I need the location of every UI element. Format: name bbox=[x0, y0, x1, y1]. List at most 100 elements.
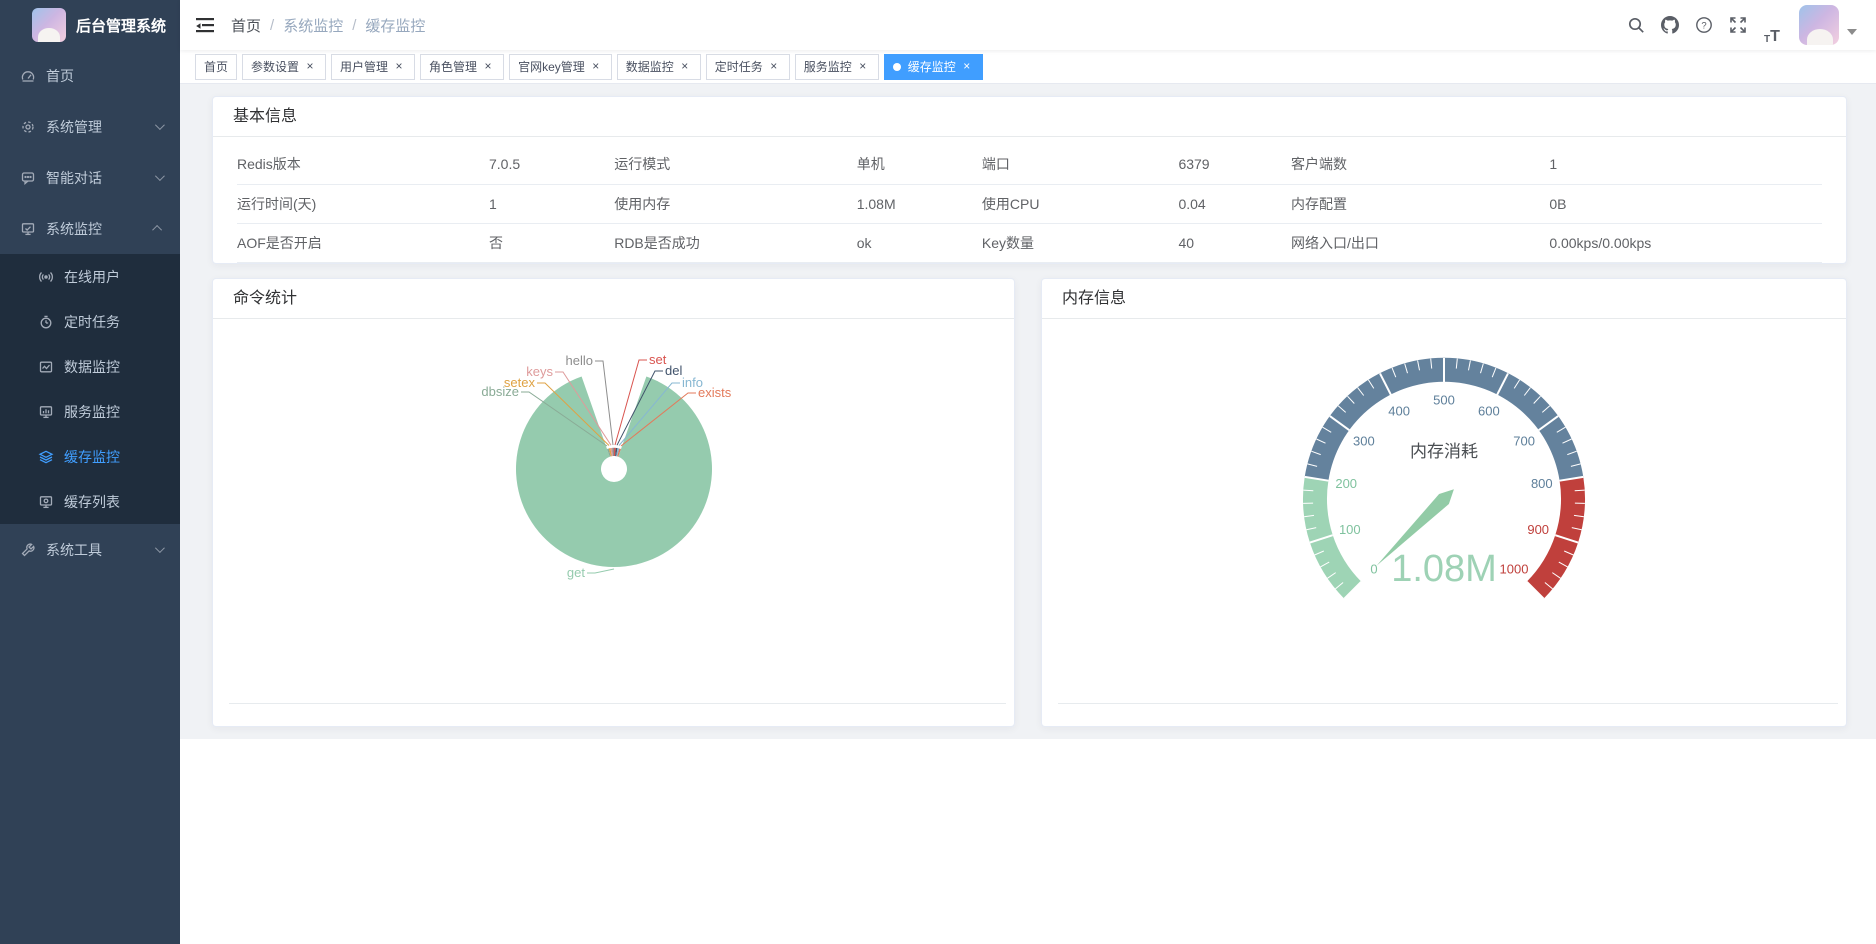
tab-role-management[interactable]: 角色管理× bbox=[420, 54, 504, 80]
sidebar-item-label: 首页 bbox=[46, 66, 162, 86]
sidebar-toggle-icon[interactable] bbox=[195, 15, 215, 35]
breadcrumb-current: 缓存监控 bbox=[365, 15, 425, 36]
tab-label: 首页 bbox=[204, 58, 228, 75]
breadcrumb-home[interactable]: 首页 bbox=[231, 15, 261, 36]
chevron-down-icon bbox=[155, 543, 165, 553]
card-title: 内存信息 bbox=[1042, 279, 1846, 319]
table-row: AOF是否开启否 RDB是否成功ok Key数量40 网络入口/出口0.00kp… bbox=[237, 223, 1822, 262]
tab-home[interactable]: 首页 bbox=[195, 54, 237, 80]
avatar[interactable] bbox=[1799, 5, 1839, 45]
close-icon[interactable]: × bbox=[960, 60, 974, 74]
question-icon[interactable]: ? bbox=[1687, 5, 1721, 45]
breadcrumb: 首页 / 系统监控 / 缓存监控 bbox=[231, 15, 425, 36]
chevron-down-icon bbox=[155, 171, 165, 181]
cell-label: AOF是否开启 bbox=[237, 223, 489, 262]
sidebar-item-cache-list[interactable]: 缓存列表 bbox=[0, 479, 180, 524]
data-chart-icon bbox=[38, 359, 54, 375]
sidebar-item-label: 服务监控 bbox=[64, 402, 120, 422]
main-area: 首页 / 系统监控 / 缓存监控 ? T bbox=[180, 0, 1876, 944]
cell-value: ok bbox=[857, 223, 982, 262]
close-icon[interactable]: × bbox=[481, 60, 495, 74]
tab-label: 缓存监控 bbox=[908, 58, 956, 75]
tab-cache-monitor[interactable]: 缓存监控 × bbox=[884, 54, 983, 80]
sidebar-item-service-monitor[interactable]: 服务监控 bbox=[0, 389, 180, 434]
svg-text:900: 900 bbox=[1527, 522, 1549, 537]
search-icon[interactable] bbox=[1619, 5, 1653, 45]
sidebar-item-label: 定时任务 bbox=[64, 312, 120, 332]
layers-icon bbox=[38, 449, 54, 465]
tab-service-monitor[interactable]: 服务监控× bbox=[795, 54, 879, 80]
close-icon[interactable]: × bbox=[392, 60, 406, 74]
close-icon[interactable]: × bbox=[589, 60, 603, 74]
submenu-wrapper: 在线用户 定时任务 数据监控 服务监控 bbox=[0, 254, 180, 524]
tags-view: 首页 参数设置× 用户管理 × 角色管理× 官网key管理× 数据监控× 定时任务… bbox=[180, 50, 1876, 84]
tab-scheduled-tasks[interactable]: 定时任务× bbox=[706, 54, 790, 80]
fullscreen-icon[interactable] bbox=[1721, 5, 1755, 45]
sidebar: 后台管理系统 首页 系统管理 智能对话 系统监控 bbox=[0, 0, 180, 944]
cell-value: 7.0.5 bbox=[489, 145, 614, 184]
cell-value: 1.08M bbox=[857, 184, 982, 223]
breadcrumb-separator: / bbox=[352, 17, 356, 34]
sidebar-item-system-management[interactable]: 系统管理 bbox=[0, 101, 180, 152]
navbar: 首页 / 系统监控 / 缓存监控 ? T bbox=[180, 0, 1876, 50]
svg-text:get: get bbox=[567, 565, 585, 580]
table-row: Redis版本7.0.5 运行模式单机 端口6379 客户端数1 bbox=[237, 145, 1822, 184]
tab-key-management[interactable]: 官网key管理× bbox=[509, 54, 612, 80]
charts-row: 命令统计 setdelinfoexistsgetdbsizesetexkeysh… bbox=[212, 278, 1847, 727]
svg-text:300: 300 bbox=[1353, 433, 1375, 448]
svg-text:hello: hello bbox=[566, 353, 593, 368]
sidebar-item-smart-chat[interactable]: 智能对话 bbox=[0, 152, 180, 203]
command-stats-card: 命令统计 setdelinfoexistsgetdbsizesetexkeysh… bbox=[212, 278, 1015, 727]
tab-label: 用户管理 bbox=[340, 58, 388, 75]
cell-value: 0.00kps/0.00kps bbox=[1549, 223, 1822, 262]
tools-icon bbox=[20, 542, 36, 558]
sidebar-item-system-tools[interactable]: 系统工具 bbox=[0, 524, 180, 575]
sidebar-item-cache-monitor[interactable]: 缓存监控 bbox=[0, 434, 180, 479]
card-title: 基本信息 bbox=[213, 97, 1846, 137]
cell-value: 6379 bbox=[1178, 145, 1291, 184]
cell-label: 网络入口/出口 bbox=[1291, 223, 1549, 262]
basic-info-table-wrapper: Redis版本7.0.5 运行模式单机 端口6379 客户端数1 运行时间(天)… bbox=[213, 137, 1846, 263]
sidebar-item-label: 在线用户 bbox=[64, 267, 120, 287]
cell-label: 端口 bbox=[982, 145, 1179, 184]
github-icon[interactable] bbox=[1653, 5, 1687, 45]
caret-down-icon[interactable] bbox=[1847, 29, 1857, 35]
basic-info-table: Redis版本7.0.5 运行模式单机 端口6379 客户端数1 运行时间(天)… bbox=[237, 145, 1822, 263]
cell-value: 1 bbox=[1549, 145, 1822, 184]
sidebar-item-label: 系统管理 bbox=[46, 117, 155, 137]
tab-data-monitor[interactable]: 数据监控× bbox=[617, 54, 701, 80]
logo-image bbox=[32, 8, 66, 42]
close-icon[interactable]: × bbox=[767, 60, 781, 74]
logo[interactable]: 后台管理系统 bbox=[0, 0, 180, 50]
sidebar-item-data-monitor[interactable]: 数据监控 bbox=[0, 344, 180, 389]
sidebar-item-scheduled-tasks[interactable]: 定时任务 bbox=[0, 299, 180, 344]
svg-text:keys: keys bbox=[526, 364, 553, 379]
svg-text:内存消耗: 内存消耗 bbox=[1410, 442, 1478, 461]
svg-text:800: 800 bbox=[1531, 476, 1553, 491]
cell-label: Redis版本 bbox=[237, 145, 489, 184]
sidebar-item-online-users[interactable]: 在线用户 bbox=[0, 254, 180, 299]
close-icon[interactable]: × bbox=[303, 60, 317, 74]
svg-text:?: ? bbox=[1701, 20, 1706, 31]
cell-label: RDB是否成功 bbox=[614, 223, 857, 262]
gear-icon bbox=[20, 119, 36, 135]
svg-text:1.08M: 1.08M bbox=[1391, 548, 1497, 590]
svg-text:exists: exists bbox=[698, 385, 732, 400]
monitor-icon bbox=[20, 221, 36, 237]
cache-list-icon bbox=[38, 494, 54, 510]
table-row: 运行时间(天)1 使用内存1.08M 使用CPU0.04 内存配置0B bbox=[237, 184, 1822, 223]
sidebar-item-label: 系统监控 bbox=[46, 219, 155, 239]
font-size-icon[interactable]: TT bbox=[1755, 5, 1789, 45]
tab-param-settings[interactable]: 参数设置× bbox=[242, 54, 326, 80]
cell-label: 运行时间(天) bbox=[237, 184, 489, 223]
memory-info-card: 内存信息 01002003004005006007008009001000内存消… bbox=[1041, 278, 1847, 727]
svg-text:1000: 1000 bbox=[1500, 561, 1529, 576]
sidebar-item-system-monitor[interactable]: 系统监控 bbox=[0, 203, 180, 254]
breadcrumb-system-monitor[interactable]: 系统监控 bbox=[283, 15, 343, 36]
close-icon[interactable]: × bbox=[678, 60, 692, 74]
close-icon[interactable]: × bbox=[856, 60, 870, 74]
sidebar-item-label: 智能对话 bbox=[46, 168, 155, 188]
sidebar-item-home[interactable]: 首页 bbox=[0, 50, 180, 101]
tab-user-management[interactable]: 用户管理 × bbox=[331, 54, 415, 80]
cell-value: 40 bbox=[1178, 223, 1291, 262]
